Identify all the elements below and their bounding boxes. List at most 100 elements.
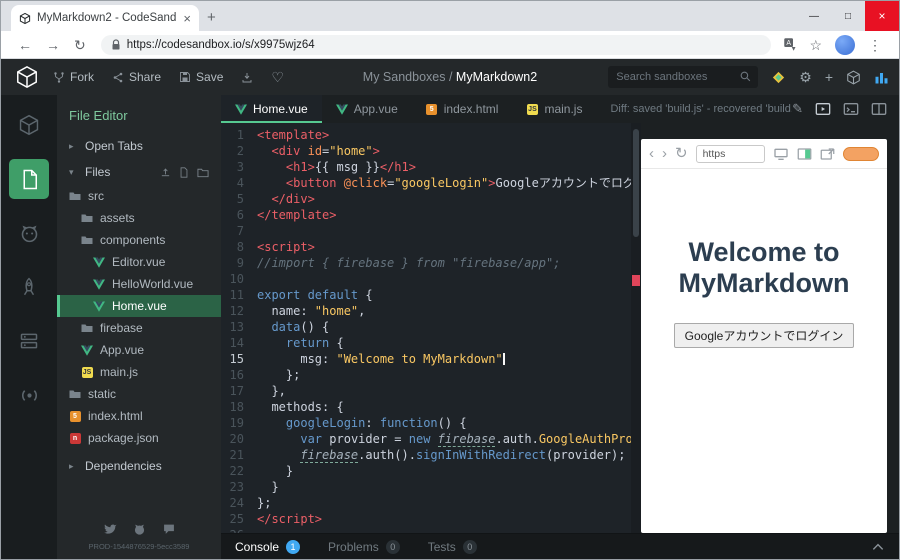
code-line[interactable]: 25 </script> — [221, 511, 641, 527]
fork-button[interactable]: Fork — [53, 70, 94, 84]
code-line[interactable]: 15 msg: "Welcome to MyMarkdown" — [221, 351, 641, 367]
statusbar-problems[interactable]: Problems 0 — [328, 539, 400, 554]
profile-avatar[interactable] — [835, 34, 855, 55]
code-line[interactable]: 16 }; — [221, 367, 641, 383]
code-line[interactable]: 2 <div id="home"> — [221, 143, 641, 159]
browser-menu-icon[interactable]: ⋮ — [868, 38, 882, 52]
scrollbar-thumb[interactable] — [633, 129, 639, 237]
code-line[interactable]: 13 data() { — [221, 319, 641, 335]
github-icon[interactable] — [9, 213, 49, 253]
codesandbox-logo-icon[interactable] — [15, 65, 39, 89]
editor-scrollbar[interactable] — [631, 123, 641, 533]
stats-bars-icon[interactable] — [874, 70, 889, 85]
explore-gem-icon[interactable] — [771, 70, 786, 85]
code-line[interactable]: 17 }, — [221, 383, 641, 399]
code-line[interactable]: 5 </div> — [221, 191, 641, 207]
chat-bubble-icon[interactable] — [162, 523, 176, 535]
open-tabs-section[interactable]: ▸ Open Tabs — [57, 133, 221, 159]
code-line[interactable]: 7 — [221, 223, 641, 239]
bookmark-star-icon[interactable]: ☆ — [809, 38, 822, 52]
window-minimize-button[interactable]: — — [797, 1, 831, 31]
split-editor-icon[interactable] — [797, 147, 812, 161]
orange-pill-indicator[interactable] — [843, 146, 879, 161]
code-line[interactable]: 11 export default { — [221, 287, 641, 303]
files-section[interactable]: ▾ Files — [57, 159, 221, 185]
preview-forward-icon[interactable]: › — [662, 146, 667, 161]
chevron-up-icon[interactable] — [871, 542, 885, 552]
search-input[interactable] — [608, 66, 759, 88]
export-download-button[interactable] — [241, 71, 253, 84]
file-tree-item[interactable]: Home.vue — [57, 295, 221, 317]
preview-url-box[interactable]: https — [695, 144, 765, 163]
code-line[interactable]: 20 var provider = new firebase.auth.Goog… — [221, 431, 641, 447]
code-line[interactable]: 19 googleLogin: function() { — [221, 415, 641, 431]
preview-refresh-icon[interactable]: ↻ — [675, 146, 688, 161]
window-close-button[interactable]: × — [865, 1, 899, 31]
file-tree-item[interactable]: assets — [57, 207, 221, 229]
rocket-deploy-icon[interactable] — [9, 267, 49, 307]
code-line[interactable]: 22 } — [221, 463, 641, 479]
file-tree-item[interactable]: JS main.js — [57, 361, 221, 383]
forward-icon[interactable]: → — [46, 38, 60, 52]
editor-tab[interactable]: JS main.js — [512, 95, 596, 123]
new-folder-icon[interactable] — [197, 167, 209, 178]
tab-close-icon[interactable]: × — [183, 11, 191, 26]
file-tree-item[interactable]: firebase — [57, 317, 221, 339]
open-preview-icon[interactable] — [815, 102, 831, 116]
settings-gear-icon[interactable]: ⚙ — [799, 70, 812, 84]
file-tree-item[interactable]: src — [57, 185, 221, 207]
statusbar-console[interactable]: Console 1 — [235, 539, 301, 554]
code-editor[interactable]: 1 <template> 2 <div id="home"> 3 <h1>{{ msg… — [221, 123, 641, 533]
file-tree-item[interactable]: HelloWorld.vue — [57, 273, 221, 295]
twitter-icon[interactable] — [103, 523, 117, 535]
editor-tab[interactable]: 5 index.html — [412, 95, 513, 123]
search-box[interactable] — [608, 66, 759, 88]
save-button[interactable]: Save — [179, 70, 223, 84]
github-link-icon[interactable] — [133, 523, 146, 536]
code-line[interactable]: 24}; — [221, 495, 641, 511]
sandbox-info-icon[interactable] — [9, 105, 49, 145]
file-tree-item[interactable]: n package.json — [57, 427, 221, 449]
file-tree-item[interactable]: components — [57, 229, 221, 251]
edit-pencil-icon[interactable]: ✎ — [792, 101, 803, 117]
open-new-window-icon[interactable] — [820, 147, 835, 161]
file-tree-item[interactable]: App.vue — [57, 339, 221, 361]
browser-tab[interactable]: MyMarkdown2 - CodeSandbox × — [11, 5, 199, 31]
statusbar-tests[interactable]: Tests 0 — [428, 539, 477, 554]
code-line[interactable]: 8 <script> — [221, 239, 641, 255]
google-login-button[interactable]: Googleアカウントでログイン — [673, 323, 855, 349]
responsive-monitor-icon[interactable] — [773, 147, 789, 161]
file-tree-item[interactable]: static — [57, 383, 221, 405]
code-line[interactable]: 4 <button @click="googleLogin">Googleアカウ… — [221, 175, 641, 191]
code-line[interactable]: 26 — [221, 527, 641, 533]
split-view-icon[interactable] — [871, 102, 887, 116]
code-line[interactable]: 3 <h1>{{ msg }}</h1> — [221, 159, 641, 175]
code-line[interactable]: 21 firebase.auth().signInWithRedirect(pr… — [221, 447, 641, 463]
code-line[interactable]: 6 </template> — [221, 207, 641, 223]
preview-back-icon[interactable]: ‹ — [649, 146, 654, 161]
breadcrumb-parent[interactable]: My Sandboxes — [363, 70, 446, 84]
sandbox-cube-icon[interactable] — [846, 70, 861, 85]
new-file-icon[interactable] — [179, 166, 189, 178]
share-button[interactable]: Share — [112, 70, 161, 84]
server-icon[interactable] — [9, 321, 49, 361]
code-line[interactable]: 10 — [221, 271, 641, 287]
code-line[interactable]: 23 } — [221, 479, 641, 495]
translate-icon[interactable]: A — [783, 37, 798, 52]
window-maximize-button[interactable]: □ — [831, 1, 865, 31]
address-bar[interactable]: https://codesandbox.io/s/x9975wjz64 — [100, 34, 772, 55]
code-line[interactable]: 1 <template> — [221, 127, 641, 143]
file-tree-item[interactable]: 5 index.html — [57, 405, 221, 427]
upload-icon[interactable] — [160, 167, 171, 178]
like-heart-icon[interactable]: ♡ — [271, 70, 284, 84]
console-panel-icon[interactable] — [843, 102, 859, 116]
code-line[interactable]: 9 //import { firebase } from "firebase/ap… — [221, 255, 641, 271]
code-line[interactable]: 18 methods: { — [221, 399, 641, 415]
code-line[interactable]: 14 return { — [221, 335, 641, 351]
code-line[interactable]: 12 name: "home", — [221, 303, 641, 319]
file-editor-icon[interactable] — [9, 159, 49, 199]
new-tab-button[interactable]: + — [207, 10, 216, 25]
refresh-icon[interactable]: ↻ — [74, 38, 86, 52]
file-tree-item[interactable]: Editor.vue — [57, 251, 221, 273]
editor-tab[interactable]: Home.vue — [221, 95, 322, 123]
